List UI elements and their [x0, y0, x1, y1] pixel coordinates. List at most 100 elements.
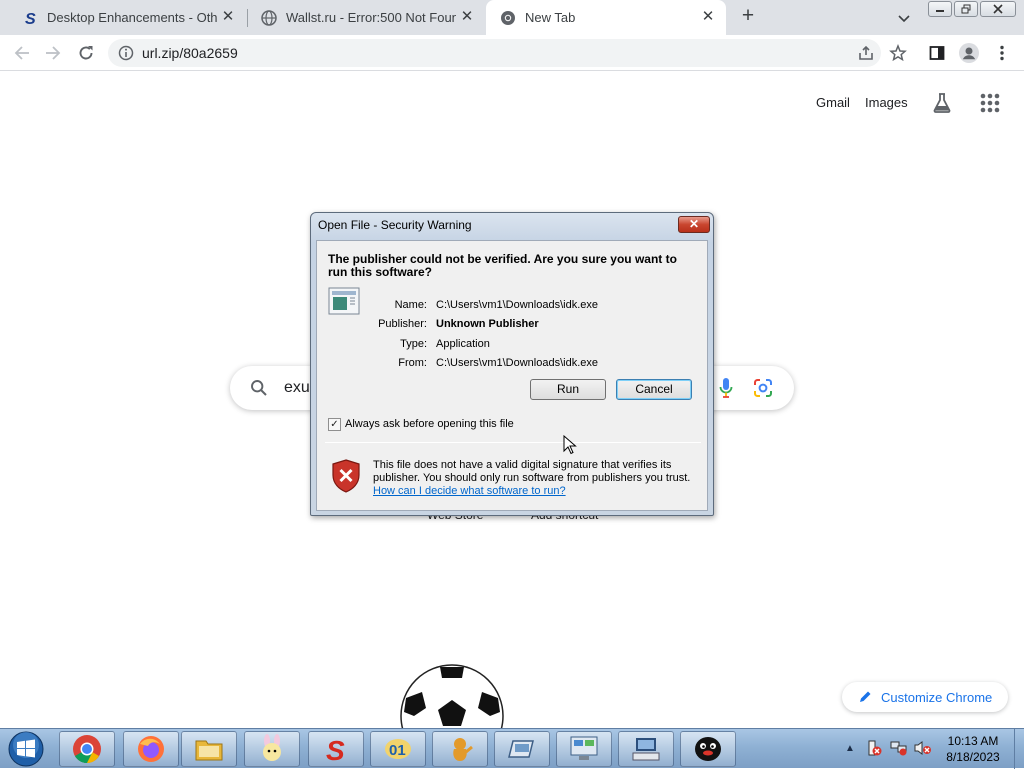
bunny-icon: [263, 734, 281, 761]
back-button[interactable]: [11, 42, 33, 64]
globe-icon: [261, 9, 277, 26]
run-button[interactable]: Run: [530, 379, 606, 400]
svg-text:S: S: [326, 735, 345, 764]
taskbar-bunny-app[interactable]: [244, 731, 300, 767]
dialog-heading: The publisher could not be verified. Are…: [328, 252, 677, 279]
penguin-icon: [695, 737, 721, 761]
control-panel-icon: [570, 736, 598, 760]
info-icon[interactable]: [118, 45, 134, 66]
keyboard-monitor-icon: [632, 738, 660, 761]
publisher-label: Publisher:: [378, 318, 427, 330]
svg-text:01: 01: [389, 742, 406, 759]
cancel-button[interactable]: Cancel: [616, 379, 692, 400]
labs-flask-icon[interactable]: [930, 91, 954, 115]
svg-text:S: S: [25, 11, 36, 26]
forward-arrow-icon: [46, 46, 61, 60]
help-link[interactable]: How can I decide what software to run?: [373, 485, 566, 497]
close-window-button[interactable]: [980, 1, 1016, 17]
profile-avatar-icon[interactable]: [958, 42, 980, 64]
reload-button[interactable]: [75, 42, 97, 64]
dialog-close-button[interactable]: ✕: [678, 216, 710, 233]
taskbar-firefox[interactable]: [123, 731, 179, 767]
always-ask-label[interactable]: Always ask before opening this file: [345, 418, 514, 430]
drive-icon: [508, 740, 534, 758]
taskbar-stardock[interactable]: S: [308, 731, 364, 767]
stardock-s-icon: S: [22, 10, 38, 26]
windows-taskbar: S 01 ▲ 10:13 AM 8/18/2023: [0, 728, 1024, 769]
cat-icon: [453, 738, 473, 761]
type-label: Type:: [400, 338, 427, 350]
warning-text: This file does not have a valid digital …: [373, 459, 691, 484]
reload-icon: [79, 46, 93, 60]
taskbar-penguin-app[interactable]: [680, 731, 736, 767]
apps-grid-icon[interactable]: [978, 91, 1002, 115]
tab-wallst[interactable]: Wallst.ru - Error:500 Not Found ✕: [247, 0, 485, 35]
url-text: url.zip/80a2659: [142, 45, 238, 61]
soccer-ball-image: [400, 664, 504, 730]
taskbar-cat-app[interactable]: [432, 731, 488, 767]
gmail-link[interactable]: Gmail: [816, 95, 850, 110]
name-label: Name:: [394, 299, 427, 311]
close-tab-icon[interactable]: ✕: [459, 9, 475, 25]
dialog-title: Open File - Security Warning: [318, 218, 472, 232]
taskbar-control-panel[interactable]: [556, 731, 612, 767]
side-panel-icon[interactable]: [926, 42, 948, 64]
tab-title: New Tab: [525, 10, 576, 25]
taskbar-chrome[interactable]: [59, 731, 115, 767]
publisher-value: Unknown Publisher: [436, 318, 539, 330]
voice-search-mic-icon[interactable]: [718, 377, 734, 404]
tab-new-tab[interactable]: New Tab ✕: [486, 0, 726, 35]
security-shield-icon: [331, 459, 361, 498]
clock-date[interactable]: 8/18/2023: [938, 750, 1008, 764]
tab-desktop-enhancements[interactable]: S Desktop Enhancements - Other D ✕: [8, 0, 246, 35]
tab-search-chevron-icon[interactable]: [895, 9, 913, 27]
back-arrow-icon: [14, 46, 29, 60]
address-bar[interactable]: url.zip/80a2659: [108, 39, 881, 67]
bookmark-star-icon[interactable]: [887, 42, 909, 64]
dialog-body: The publisher could not be verified. Are…: [316, 240, 708, 511]
close-tab-icon[interactable]: ✕: [220, 9, 236, 25]
chrome-icon: [73, 735, 101, 763]
show-desktop-button[interactable]: [1014, 729, 1024, 769]
taskbar-keyboard-app[interactable]: [618, 731, 674, 767]
search-icon: [250, 379, 268, 402]
close-tab-icon[interactable]: ✕: [700, 9, 716, 25]
customize-chrome-button[interactable]: Customize Chrome: [842, 682, 1008, 712]
stardock-s-icon: S: [326, 735, 345, 764]
taskbar-cartoon-app[interactable]: 01: [370, 731, 426, 767]
share-icon[interactable]: [855, 42, 877, 64]
type-value: Application: [436, 338, 490, 350]
new-tab-button[interactable]: +: [737, 5, 759, 28]
search-input[interactable]: exu: [284, 379, 310, 397]
dialog-divider: [325, 442, 701, 443]
always-ask-checkbox[interactable]: ✓: [328, 418, 341, 431]
tray-volume-muted-icon[interactable]: [914, 740, 932, 761]
chrome-icon: [500, 10, 516, 26]
tray-action-center-icon[interactable]: [866, 740, 882, 761]
images-link[interactable]: Images: [865, 95, 908, 110]
clock-time[interactable]: 10:13 AM: [938, 734, 1008, 748]
application-file-icon: [328, 287, 360, 320]
customize-chrome-label: Customize Chrome: [881, 689, 993, 705]
tab-title: Wallst.ru - Error:500 Not Found: [286, 10, 456, 25]
pencil-icon: [860, 691, 871, 702]
tray-network-icon[interactable]: [890, 740, 908, 761]
firefox-icon: [138, 736, 164, 762]
from-label: From:: [398, 357, 427, 369]
name-value: C:\Users\vm1\Downloads\idk.exe: [436, 299, 599, 311]
taskbar-file-explorer[interactable]: [181, 731, 237, 767]
restore-button[interactable]: [954, 1, 978, 17]
mouse-cursor-icon: [563, 434, 577, 455]
start-orb-icon[interactable]: [6, 730, 46, 768]
forward-button[interactable]: [42, 42, 64, 64]
from-value: C:\Users\vm1\Downloads\idk.exe: [436, 357, 599, 369]
tab-title: Desktop Enhancements - Other D: [47, 10, 217, 25]
tray-expand-arrow-icon[interactable]: ▲: [845, 743, 855, 754]
minimize-button[interactable]: [928, 1, 952, 17]
google-lens-camera-icon[interactable]: [753, 378, 773, 403]
tab-strip: S Desktop Enhancements - Other D ✕ Walls…: [0, 0, 1024, 35]
security-warning-dialog: Open File - Security Warning ✕ The publi…: [310, 212, 714, 516]
taskbar-drive-app[interactable]: [494, 731, 550, 767]
folder-icon: [195, 740, 223, 761]
kebab-menu-icon[interactable]: [991, 42, 1013, 64]
